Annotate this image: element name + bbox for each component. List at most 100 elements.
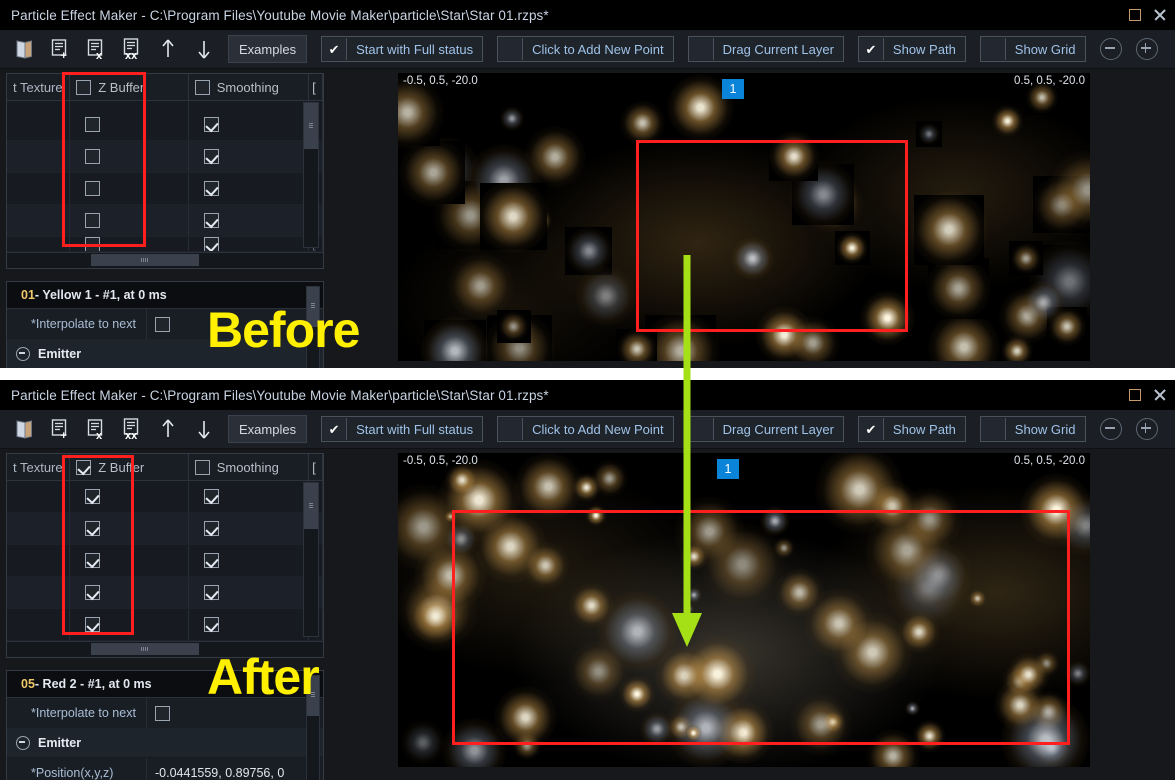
grid-header-smoothing[interactable]: Smoothing [189, 454, 310, 480]
cell-smoothing[interactable] [189, 237, 310, 251]
cell-smoothing[interactable] [189, 205, 310, 236]
checkbox-icon[interactable] [155, 705, 170, 721]
checkbox-icon[interactable] [203, 585, 219, 600]
cell-texture[interactable] [7, 545, 71, 576]
checkbox-icon[interactable] [203, 237, 219, 251]
checkbox-icon[interactable] [85, 149, 101, 164]
move-down-icon[interactable] [186, 32, 222, 66]
cell-texture[interactable] [7, 513, 71, 544]
checkbox-icon[interactable] [498, 38, 524, 60]
scrollbar-thumb[interactable] [91, 643, 199, 655]
checkbox-icon[interactable] [85, 585, 101, 600]
cell-smoothing[interactable] [189, 141, 310, 172]
cell-smoothing[interactable] [189, 109, 310, 140]
grid-header-extra[interactable]: [ [309, 74, 323, 100]
property-row-position[interactable]: *Position(x,y,z) -0.0441559, 0.89756, 0 [7, 758, 323, 780]
table-row[interactable]: [ [7, 237, 323, 252]
delete-document-icon[interactable]: x [78, 32, 114, 66]
cell-smoothing[interactable] [189, 173, 310, 204]
cell-texture[interactable] [7, 141, 71, 172]
checkbox-icon[interactable] [85, 213, 101, 228]
cell-z-buffer[interactable] [70, 141, 189, 172]
grid-header-texture[interactable]: t Texture [7, 454, 71, 480]
toggle-show-grid[interactable]: Show Grid [979, 416, 1086, 442]
checkbox-icon[interactable] [858, 418, 884, 440]
checkbox-icon[interactable] [85, 117, 101, 132]
particle-preview-after[interactable]: -0.5, 0.5, -20.0 0.5, 0.5, -20.0 1 [398, 453, 1090, 767]
checkbox-icon[interactable] [155, 316, 170, 332]
cell-z-buffer[interactable] [70, 173, 189, 204]
checkbox-icon[interactable] [85, 237, 101, 251]
checkbox-icon[interactable] [688, 418, 714, 440]
checkbox-icon[interactable] [203, 553, 219, 568]
close-icon[interactable] [1153, 8, 1167, 22]
collapse-icon[interactable] [16, 736, 30, 750]
cell-texture[interactable] [7, 109, 71, 140]
zoom-in-icon[interactable] [1135, 38, 1158, 60]
grid-vertical-scrollbar[interactable] [303, 482, 319, 637]
scrollbar-thumb[interactable] [304, 103, 318, 149]
cell-z-buffer[interactable] [70, 609, 189, 640]
close-icon[interactable] [1153, 388, 1167, 402]
grid-header-z-buffer[interactable]: Z Buffer [70, 454, 189, 480]
cell-smoothing[interactable] [189, 481, 310, 512]
table-row[interactable]: [ [7, 173, 323, 205]
maximize-icon[interactable] [1129, 9, 1141, 21]
checkbox-icon[interactable] [85, 181, 101, 196]
toggle-start-with-full-status[interactable]: Start with Full status [321, 36, 484, 62]
checkbox-icon[interactable] [203, 117, 219, 132]
toggle-show-path[interactable]: Show Path [857, 416, 966, 442]
layer-grid-after[interactable]: t Texture Z Buffer Smoothing [ [6, 453, 324, 658]
collapse-icon[interactable] [16, 347, 30, 361]
add-document-icon[interactable]: + [42, 412, 78, 446]
cell-z-buffer[interactable] [70, 481, 189, 512]
layer-grid-before[interactable]: t Texture Z Buffer Smoothing [ [6, 73, 324, 269]
grid-header-extra[interactable]: [ [309, 454, 323, 480]
checkbox-icon[interactable] [498, 418, 524, 440]
layer-number-badge[interactable]: 1 [722, 79, 744, 99]
toggle-drag-current-layer[interactable]: Drag Current Layer [687, 36, 844, 62]
checkbox-icon[interactable] [980, 418, 1006, 440]
delete-document-icon[interactable]: x [78, 412, 114, 446]
table-row[interactable]: [ [7, 545, 323, 577]
cell-texture[interactable] [7, 577, 71, 608]
cell-z-buffer[interactable] [70, 237, 189, 251]
cell-texture[interactable] [7, 481, 71, 512]
grid-vertical-scrollbar[interactable] [303, 102, 319, 248]
zoom-out-icon[interactable] [1099, 38, 1122, 60]
table-row[interactable]: [ [7, 109, 323, 141]
cell-z-buffer[interactable] [70, 577, 189, 608]
cell-texture[interactable] [7, 205, 71, 236]
grid-header-z-buffer[interactable]: Z Buffer [70, 74, 189, 100]
grid-header-smoothing[interactable]: Smoothing [189, 74, 310, 100]
toggle-click-to-add-new-point[interactable]: Click to Add New Point [497, 36, 674, 62]
cell-texture[interactable] [7, 173, 71, 204]
table-row[interactable]: [ [7, 513, 323, 545]
toggle-show-path[interactable]: Show Path [857, 36, 966, 62]
property-group-emitter[interactable]: Emitter [7, 729, 323, 758]
checkbox-icon[interactable] [688, 38, 714, 60]
property-value[interactable]: -0.0441559, 0.89756, 0 [147, 758, 323, 780]
cell-texture[interactable] [7, 609, 71, 640]
particle-preview-before[interactable]: -0.5, 0.5, -20.0 0.5, 0.5, -20.0 1 [398, 73, 1090, 361]
table-row[interactable]: [ [7, 609, 323, 641]
cell-z-buffer[interactable] [70, 513, 189, 544]
checkbox-icon[interactable] [76, 79, 92, 95]
open-file-icon[interactable] [6, 412, 42, 446]
table-row[interactable]: [ [7, 577, 323, 609]
toggle-show-grid[interactable]: Show Grid [979, 36, 1086, 62]
scrollbar-thumb[interactable] [91, 254, 199, 266]
zoom-out-icon[interactable] [1099, 418, 1122, 440]
cell-z-buffer[interactable] [70, 545, 189, 576]
checkbox-icon[interactable] [203, 149, 219, 164]
checkbox-icon[interactable] [203, 213, 219, 228]
toggle-drag-current-layer[interactable]: Drag Current Layer [687, 416, 844, 442]
toggle-start-with-full-status[interactable]: Start with Full status [321, 416, 484, 442]
checkbox-icon[interactable] [194, 459, 210, 475]
examples-button[interactable]: Examples [228, 35, 308, 63]
delete-all-documents-icon[interactable]: xx [114, 32, 150, 66]
add-document-icon[interactable]: + [42, 32, 78, 66]
checkbox-icon[interactable] [76, 459, 92, 475]
table-row[interactable]: [ [7, 205, 323, 237]
checkbox-icon[interactable] [203, 489, 219, 504]
